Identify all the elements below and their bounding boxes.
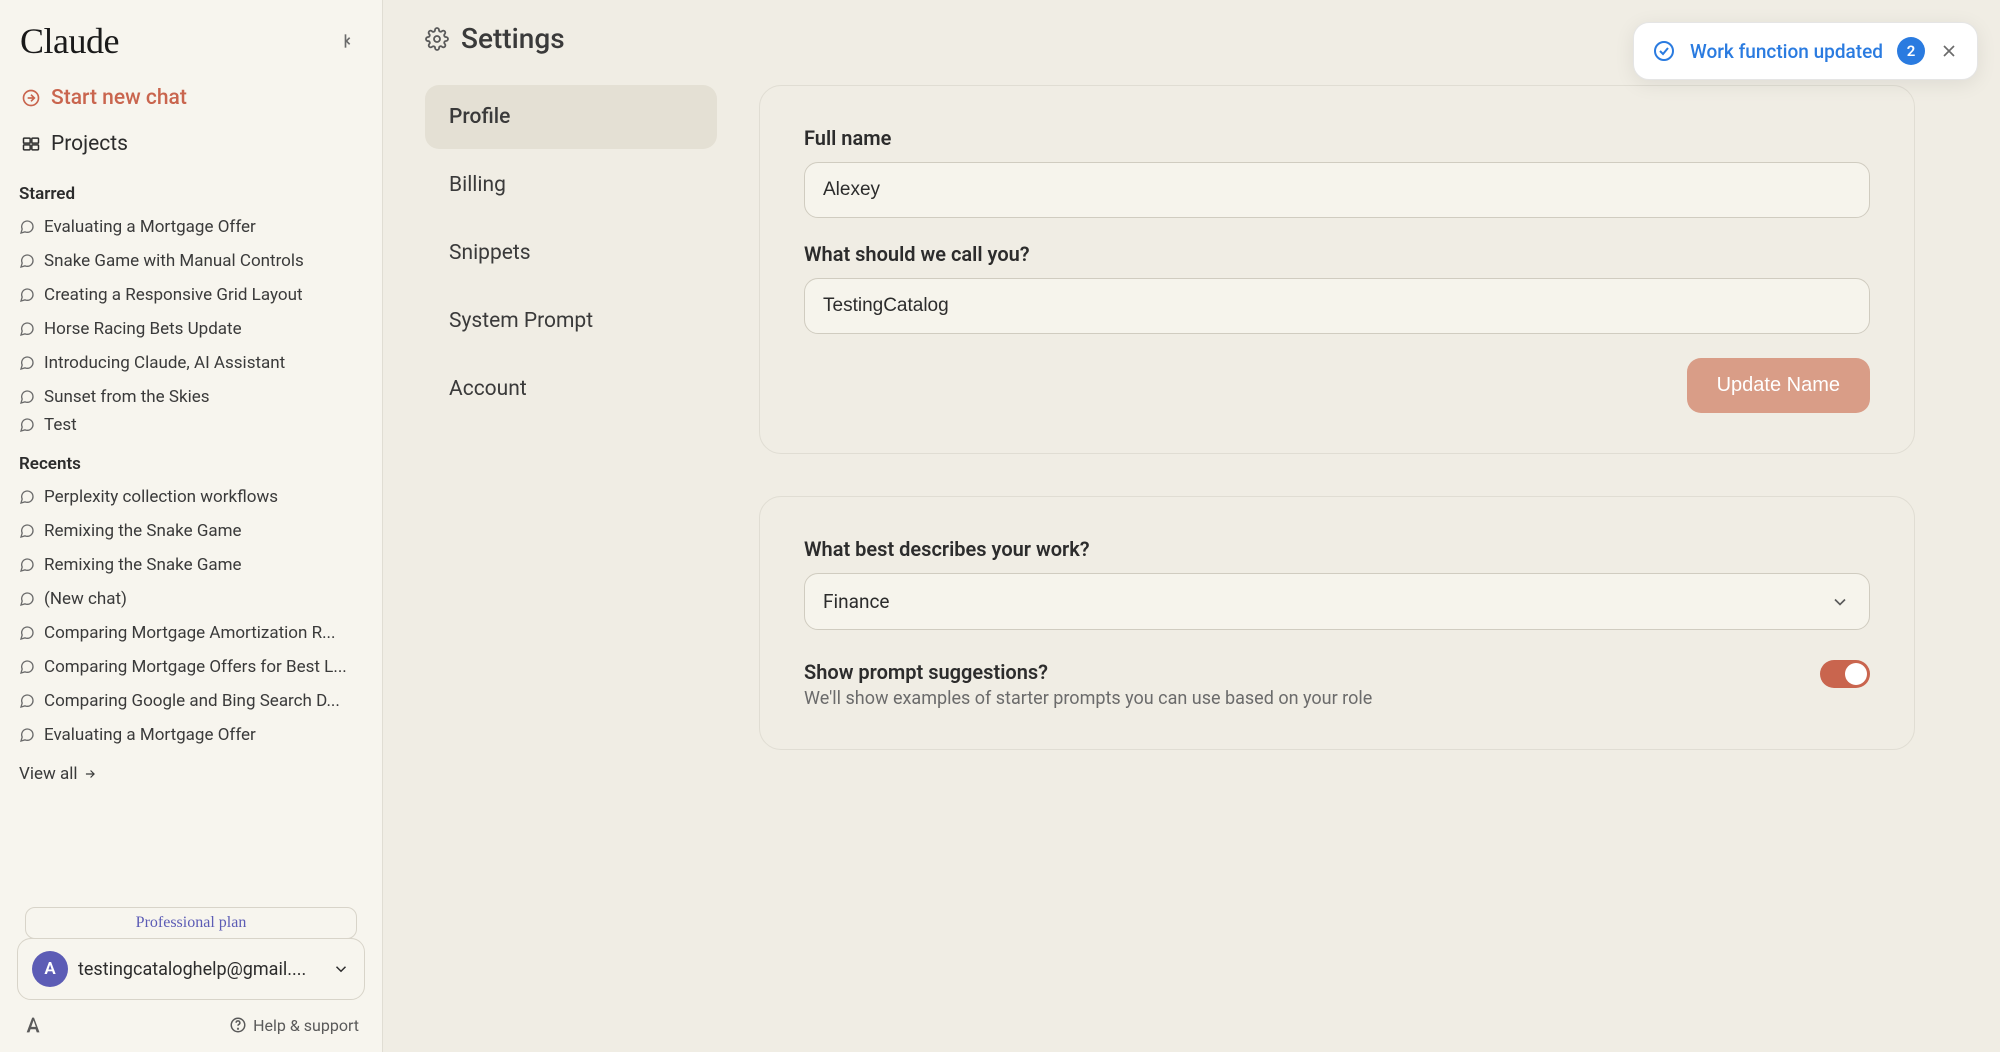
list-item[interactable]: Remixing the Snake Game — [15, 514, 367, 548]
projects-icon — [21, 134, 41, 154]
list-item[interactable]: Perplexity collection workflows — [15, 480, 367, 514]
help-row: Help & support — [15, 1000, 367, 1040]
chat-icon — [19, 523, 35, 539]
tab-profile[interactable]: Profile — [425, 85, 717, 149]
settings-layout: Profile Billing Snippets System Prompt A… — [425, 85, 1958, 750]
starred-section-label: Starred — [15, 166, 367, 210]
account-menu-button[interactable]: A testingcataloghelp@gmail.... — [17, 938, 365, 1000]
settings-panels: Full name What should we call you? Updat… — [759, 85, 1915, 750]
list-item[interactable]: Creating a Responsive Grid Layout — [15, 278, 367, 312]
chat-icon — [19, 253, 35, 269]
prompt-suggestions-toggle[interactable] — [1820, 660, 1870, 688]
list-item[interactable]: Sunset from the Skies — [15, 380, 367, 414]
prompt-suggestions-row: Show prompt suggestions? We'll show exam… — [804, 660, 1870, 709]
chat-icon — [19, 693, 35, 709]
help-label: Help & support — [253, 1016, 359, 1035]
work-select-wrap: Finance — [804, 573, 1870, 630]
sidebar-footer: Professional plan A testingcataloghelp@g… — [15, 897, 367, 1040]
work-panel: What best describes your work? Finance S… — [759, 496, 1915, 750]
close-icon — [1939, 41, 1959, 61]
button-row: Update Name — [804, 358, 1870, 413]
chat-icon — [19, 287, 35, 303]
chat-icon — [19, 557, 35, 573]
name-panel: Full name What should we call you? Updat… — [759, 85, 1915, 454]
anthropic-logo-icon — [23, 1014, 45, 1036]
sidebar: Claude Start new chat Projects Starred E… — [0, 0, 383, 1052]
chevron-down-icon — [332, 960, 350, 978]
chat-icon — [19, 321, 35, 337]
chat-icon — [19, 355, 35, 371]
list-item[interactable]: Snake Game with Manual Controls — [15, 244, 367, 278]
chat-icon — [19, 417, 35, 433]
tab-snippets[interactable]: Snippets — [425, 221, 717, 285]
new-chat-button[interactable]: Start new chat — [15, 74, 367, 122]
avatar: A — [32, 951, 68, 987]
projects-label: Projects — [51, 132, 128, 156]
tab-system-prompt[interactable]: System Prompt — [425, 289, 717, 353]
starred-list: Evaluating a Mortgage Offer Snake Game w… — [15, 210, 367, 436]
list-item[interactable]: Evaluating a Mortgage Offer — [15, 718, 367, 752]
chat-icon — [19, 591, 35, 607]
chat-icon — [19, 389, 35, 405]
full-name-input[interactable] — [804, 162, 1870, 218]
chat-icon — [19, 489, 35, 505]
list-item[interactable]: Remixing the Snake Game — [15, 548, 367, 582]
collapse-icon — [338, 31, 358, 51]
tab-account[interactable]: Account — [425, 357, 717, 421]
toast-count-badge: 2 — [1897, 37, 1925, 65]
view-all-link[interactable]: View all — [15, 752, 367, 796]
plan-badge: Professional plan — [25, 907, 357, 939]
prompt-suggestions-text: Show prompt suggestions? We'll show exam… — [804, 660, 1372, 709]
settings-tabs: Profile Billing Snippets System Prompt A… — [425, 85, 717, 750]
chat-icon — [19, 219, 35, 235]
list-item[interactable]: Horse Racing Bets Update — [15, 312, 367, 346]
page-title: Settings — [461, 22, 565, 55]
toggle-knob — [1845, 663, 1867, 685]
new-chat-label: Start new chat — [51, 86, 187, 110]
list-item[interactable]: Comparing Google and Bing Search D... — [15, 684, 367, 718]
list-item[interactable]: Evaluating a Mortgage Offer — [15, 210, 367, 244]
call-you-label: What should we call you? — [804, 242, 1870, 266]
list-item[interactable]: Comparing Mortgage Offers for Best L... — [15, 650, 367, 684]
projects-link[interactable]: Projects — [15, 122, 367, 166]
chat-icon — [19, 625, 35, 641]
work-label: What best describes your work? — [804, 537, 1870, 561]
check-circle-icon — [1652, 39, 1676, 63]
list-item[interactable]: (New chat) — [15, 582, 367, 616]
list-item[interactable]: Introducing Claude, AI Assistant — [15, 346, 367, 380]
recents-section-label: Recents — [15, 436, 367, 480]
help-support-link[interactable]: Help & support — [229, 1016, 359, 1035]
arrow-right-icon — [83, 767, 97, 781]
work-select[interactable]: Finance — [804, 573, 1870, 630]
list-item[interactable]: Comparing Mortgage Amortization R... — [15, 616, 367, 650]
account-email: testingcataloghelp@gmail.... — [78, 959, 322, 980]
collapse-sidebar-button[interactable] — [334, 27, 362, 55]
toast-notification: Work function updated 2 — [1633, 22, 1978, 80]
view-all-label: View all — [19, 764, 77, 784]
chat-icon — [19, 727, 35, 743]
recents-list: Perplexity collection workflows Remixing… — [15, 480, 367, 752]
main-content: Settings Profile Billing Snippets System… — [383, 0, 2000, 1052]
tab-billing[interactable]: Billing — [425, 153, 717, 217]
call-you-input[interactable] — [804, 278, 1870, 334]
list-item[interactable]: Test — [15, 414, 367, 436]
app-logo[interactable]: Claude — [20, 20, 119, 62]
sidebar-header: Claude — [15, 20, 367, 74]
toast-message: Work function updated — [1690, 40, 1883, 63]
chat-icon — [19, 659, 35, 675]
full-name-label: Full name — [804, 126, 1870, 150]
new-chat-icon — [21, 88, 41, 108]
help-icon — [229, 1016, 247, 1034]
gear-icon — [425, 27, 449, 51]
prompt-suggestions-subtitle: We'll show examples of starter prompts y… — [804, 688, 1372, 709]
toast-close-button[interactable] — [1939, 41, 1959, 61]
prompt-suggestions-title: Show prompt suggestions? — [804, 660, 1372, 684]
update-name-button[interactable]: Update Name — [1687, 358, 1870, 413]
